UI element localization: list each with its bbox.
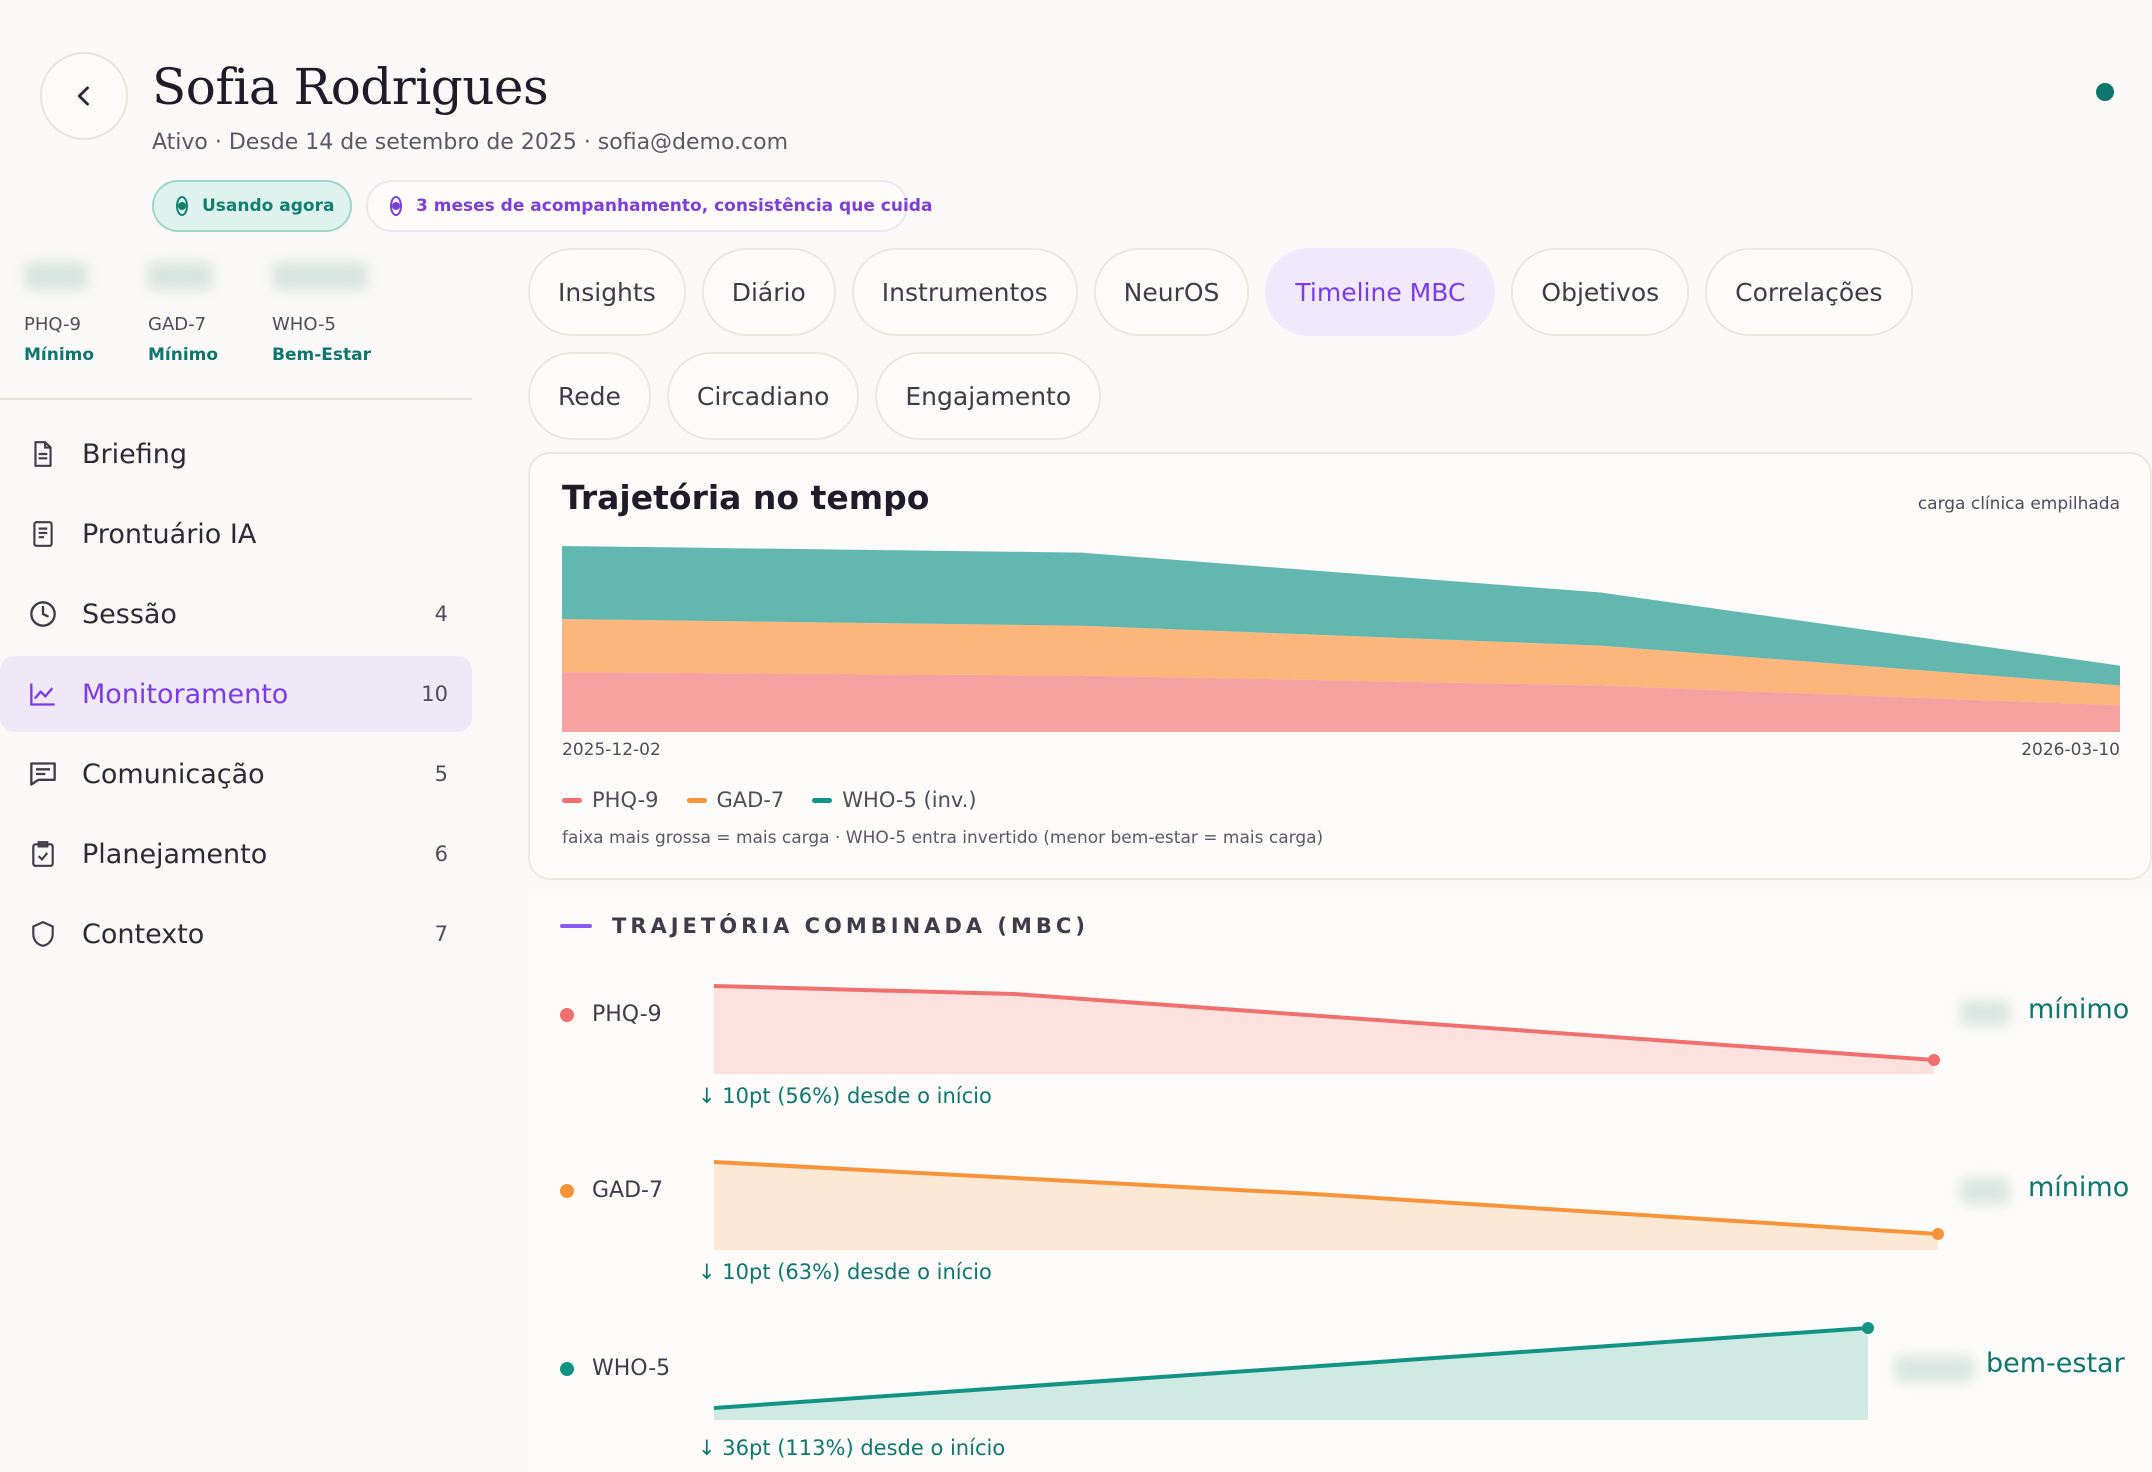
score-value-blurred (24, 262, 88, 290)
tab-diario[interactable]: Diário (701, 248, 836, 336)
score-summary: PHQ-9 Mínimo GAD-7 Mínimo WHO-5 Bem-Esta… (24, 262, 382, 365)
legend-who5: WHO-5 (inv.) (812, 788, 977, 812)
using-now-badge: Usando agora (152, 180, 352, 232)
clipboard-check-icon (28, 839, 58, 869)
tab-correlacoes[interactable]: Correlações (1705, 248, 1913, 336)
tab-circadiano[interactable]: Circadiano (666, 352, 860, 440)
gad7-sparkline (714, 1160, 1944, 1250)
axis-date-end: 2026-03-10 (2021, 740, 2120, 760)
phq9-end-point (1928, 1054, 1940, 1066)
tab-timeline-mbc[interactable]: Timeline MBC (1265, 248, 1496, 336)
row-value-blurred (1894, 1356, 1974, 1382)
chevron-left-icon (77, 86, 89, 106)
row-phq9-label: PHQ-9 (560, 1002, 662, 1027)
axis-date-start: 2025-12-02 (562, 740, 661, 760)
sidebar-item-comunicacao[interactable]: Comunicação 5 (0, 736, 472, 812)
sidebar-item-prontuario[interactable]: Prontuário IA (0, 496, 472, 572)
legend-phq9: PHQ-9 (562, 788, 659, 812)
sidebar-item-planejamento[interactable]: Planejamento 6 (0, 816, 472, 892)
radio-dot-icon (176, 196, 188, 216)
tab-instrumentos[interactable]: Instrumentos (851, 248, 1078, 336)
trajectory-footnote: faixa mais grossa = mais carga · WHO-5 e… (562, 828, 1324, 848)
who5-end-point (1862, 1322, 1874, 1334)
chart-legend: PHQ-9 GAD-7 WHO-5 (inv.) (562, 788, 977, 812)
row-who5-label: WHO-5 (560, 1356, 670, 1381)
score-phq9: PHQ-9 Mínimo (24, 262, 104, 365)
trajectory-title: Trajetória no tempo (562, 478, 930, 517)
trajectory-card: Trajetória no tempo carga clínica empilh… (528, 452, 2152, 880)
phq9-change: ↓ 10pt (56%) desde o início (698, 1084, 992, 1108)
phq9-sparkline (714, 984, 1940, 1074)
combined-trajectory: TRAJETÓRIA COMBINADA (MBC) PHQ-9 mínimo … (528, 890, 2152, 1472)
patient-meta: Ativo · Desde 14 de setembro de 2025 · s… (152, 130, 789, 155)
phq9-area (714, 986, 1934, 1074)
trajectory-note: carga clínica empilhada (1917, 494, 2120, 514)
tab-insights[interactable]: Insights (528, 248, 686, 336)
combined-title: TRAJETÓRIA COMBINADA (MBC) (560, 914, 1089, 938)
tab-neuros[interactable]: NeurOS (1093, 248, 1250, 336)
row-gad7-label: GAD-7 (560, 1178, 663, 1203)
clock-icon (28, 599, 58, 629)
shield-icon (28, 919, 58, 949)
tab-rede[interactable]: Rede (528, 352, 651, 440)
tab-engajamento[interactable]: Engajamento (875, 352, 1102, 440)
back-button[interactable] (40, 52, 128, 140)
target-icon (390, 196, 402, 216)
tab-objetivos[interactable]: Objetivos (1511, 248, 1690, 336)
streak-badge: 3 meses de acompanhamento, consistência … (366, 180, 932, 232)
row-value-blurred (1960, 1000, 2010, 1026)
patient-name: Sofia Rodrigues (152, 58, 549, 116)
gad7-level: mínimo (2028, 1172, 2130, 1203)
sidebar-item-sessao[interactable]: Sessão 4 (0, 576, 472, 652)
score-who5: WHO-5 Bem-Estar (272, 262, 382, 365)
score-gad7: GAD-7 Mínimo (148, 262, 228, 365)
score-value-blurred (272, 262, 368, 290)
sidebar-nav: Briefing Prontuário IA Sessão 4 Monitora… (0, 416, 472, 976)
sidebar-item-briefing[interactable]: Briefing (0, 416, 472, 492)
row-value-blurred (1960, 1178, 2010, 1204)
message-icon (28, 759, 58, 789)
who5-change: ↓ 36pt (113%) desde o início (698, 1436, 1006, 1460)
gad7-change: ↓ 10pt (63%) desde o início (698, 1260, 992, 1284)
phq9-level: mínimo (2028, 994, 2130, 1025)
legend-gad7: GAD-7 (686, 788, 784, 812)
sidebar-item-monitoramento[interactable]: Monitoramento 10 (0, 656, 472, 732)
who5-level: bem-estar (1986, 1348, 2125, 1379)
chart-line-icon (28, 679, 58, 709)
sidebar-item-contexto[interactable]: Contexto 7 (0, 896, 472, 972)
record-icon (28, 519, 58, 549)
tab-bar: Insights Diário Instrumentos NeurOS Time… (528, 248, 2008, 440)
score-value-blurred (148, 262, 212, 290)
stacked-area-chart (562, 546, 2120, 732)
document-icon (28, 439, 58, 469)
sidebar-divider (0, 398, 472, 400)
online-status-dot (2096, 83, 2114, 101)
gad7-area (714, 1162, 1938, 1250)
gad7-end-point (1932, 1228, 1944, 1240)
who5-sparkline (714, 1322, 1874, 1420)
